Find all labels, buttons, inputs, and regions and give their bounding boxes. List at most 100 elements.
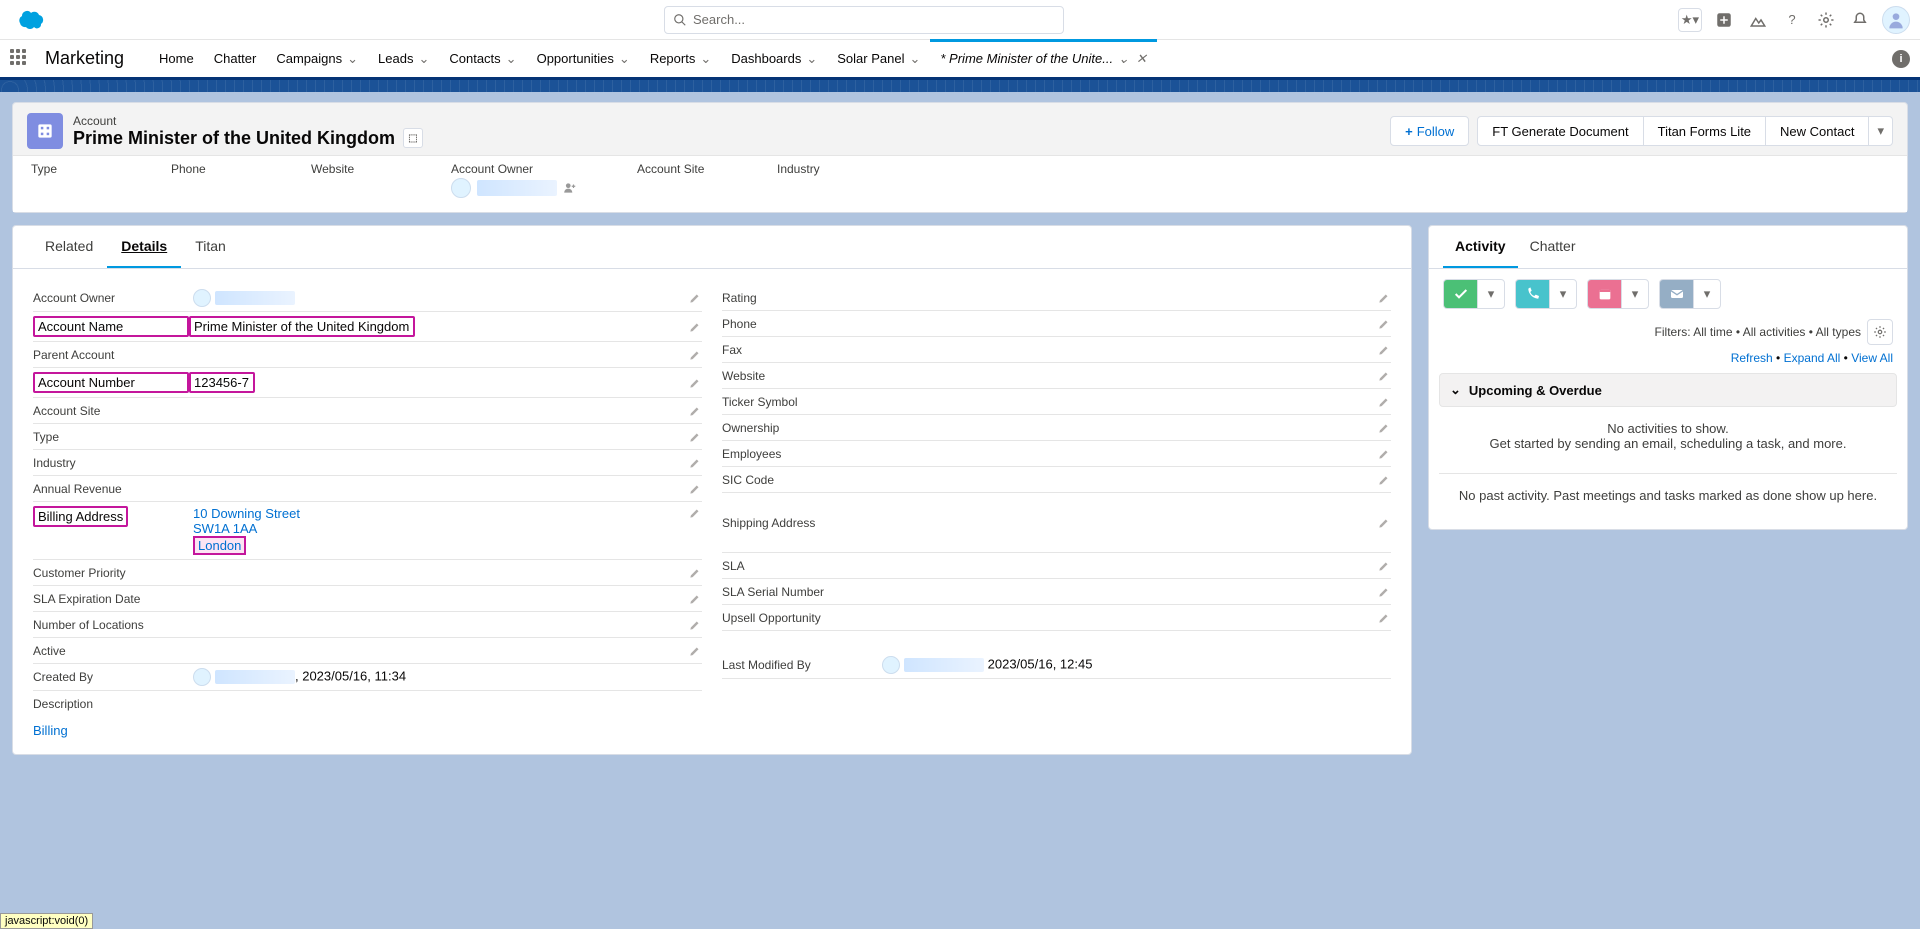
edit-pencil-icon[interactable] <box>1377 369 1391 383</box>
follow-button[interactable]: +Follow <box>1390 116 1469 146</box>
nav-contacts[interactable]: Contacts⌄ <box>439 40 526 77</box>
notifications-bell-icon[interactable] <box>1848 8 1872 32</box>
edit-pencil-icon[interactable] <box>688 644 702 658</box>
chevron-down-icon[interactable]: ⌄ <box>506 51 517 67</box>
chevron-down-icon[interactable]: ⌄ <box>909 51 920 67</box>
field-label-sla-serial: SLA Serial Number <box>722 585 882 599</box>
new-event-dropdown[interactable]: ▾ <box>1621 279 1649 309</box>
email-button[interactable] <box>1659 279 1693 309</box>
log-call-button[interactable] <box>1515 279 1549 309</box>
field-label-fax: Fax <box>722 343 882 357</box>
compact-layout: Type Phone Website Account Owner Account… <box>13 155 1907 212</box>
new-task-button[interactable] <box>1443 279 1477 309</box>
nav-campaigns[interactable]: Campaigns⌄ <box>266 40 368 77</box>
edit-pencil-icon[interactable] <box>1377 473 1391 487</box>
edit-pencil-icon[interactable] <box>1377 447 1391 461</box>
edit-pencil-icon[interactable] <box>688 291 702 305</box>
nav-chatter[interactable]: Chatter <box>204 40 267 77</box>
chevron-down-icon[interactable]: ⌄ <box>806 51 817 67</box>
edit-pencil-icon[interactable] <box>688 320 702 334</box>
compact-owner-label: Account Owner <box>451 162 577 176</box>
field-label-ownership: Ownership <box>722 421 882 435</box>
field-label-num-locations: Number of Locations <box>33 618 193 632</box>
edit-pencil-icon[interactable] <box>688 592 702 606</box>
new-task-dropdown[interactable]: ▾ <box>1477 279 1505 309</box>
record-header: Account Prime Minister of the United Kin… <box>12 102 1908 213</box>
field-label-account-number: Account Number <box>33 372 189 393</box>
edit-pencil-icon[interactable] <box>688 430 702 444</box>
nav-solar-panel[interactable]: Solar Panel⌄ <box>827 40 930 77</box>
nav-leads[interactable]: Leads⌄ <box>368 40 439 77</box>
address-city[interactable]: London <box>193 536 246 555</box>
change-owner-icon[interactable] <box>563 181 577 195</box>
field-value-account-name: Prime Minister of the United Kingdom <box>189 316 415 337</box>
global-search[interactable]: Search... <box>664 6 1064 34</box>
edit-pencil-icon[interactable] <box>688 376 702 390</box>
edit-pencil-icon[interactable] <box>1377 611 1391 625</box>
edit-pencil-icon[interactable] <box>688 348 702 362</box>
user-avatar[interactable] <box>1882 6 1910 34</box>
nav-active-tab[interactable]: * Prime Minister of the Unite...⌄✕ <box>930 40 1156 77</box>
nav-home[interactable]: Home <box>149 40 204 77</box>
address-line1[interactable]: 10 Downing Street <box>193 506 688 521</box>
close-tab-icon[interactable]: ✕ <box>1136 51 1147 67</box>
edit-pencil-icon[interactable] <box>1377 395 1391 409</box>
hierarchy-icon[interactable]: ⬚ <box>403 128 423 148</box>
edit-pencil-icon[interactable] <box>1377 343 1391 357</box>
field-label-sic: SIC Code <box>722 473 882 487</box>
upcoming-overdue-section[interactable]: ⌄Upcoming & Overdue <box>1439 373 1897 407</box>
nav-dashboards[interactable]: Dashboards⌄ <box>721 40 827 77</box>
chevron-down-icon[interactable]: ⌄ <box>619 51 630 67</box>
help-icon[interactable]: ? <box>1780 8 1804 32</box>
edit-pencil-icon[interactable] <box>1377 317 1391 331</box>
tab-chatter[interactable]: Chatter <box>1518 226 1588 268</box>
app-launcher-icon[interactable] <box>10 49 30 69</box>
chevron-down-icon[interactable]: ⌄ <box>1118 51 1129 67</box>
tab-related[interactable]: Related <box>31 226 107 268</box>
log-call-dropdown[interactable]: ▾ <box>1549 279 1577 309</box>
activity-settings-gear-icon[interactable] <box>1867 319 1893 345</box>
favorites-button[interactable]: ★▾ <box>1678 8 1702 32</box>
tab-activity[interactable]: Activity <box>1443 226 1518 268</box>
tab-details[interactable]: Details <box>107 226 181 268</box>
nav-reports[interactable]: Reports⌄ <box>640 40 721 77</box>
trailhead-icon[interactable] <box>1746 8 1770 32</box>
titan-forms-button[interactable]: Titan Forms Lite <box>1644 116 1766 146</box>
edit-pencil-icon[interactable] <box>688 566 702 580</box>
add-button[interactable] <box>1712 8 1736 32</box>
billing-link[interactable]: Billing <box>33 723 68 738</box>
modified-date: 2023/05/16, 12:45 <box>988 656 1093 671</box>
search-placeholder: Search... <box>693 12 745 27</box>
edit-pencil-icon[interactable] <box>688 506 702 520</box>
edit-pencil-icon[interactable] <box>688 404 702 418</box>
edit-pencil-icon[interactable] <box>688 456 702 470</box>
chevron-down-icon[interactable]: ⌄ <box>418 51 429 67</box>
field-label-last-modified: Last Modified By <box>722 658 882 672</box>
edit-pencil-icon[interactable] <box>1377 585 1391 599</box>
view-all-link[interactable]: View All <box>1851 351 1893 365</box>
nav-opportunities[interactable]: Opportunities⌄ <box>527 40 640 77</box>
field-label-active: Active <box>33 644 193 658</box>
chevron-down-icon[interactable]: ⌄ <box>347 51 358 67</box>
setup-gear-icon[interactable] <box>1814 8 1838 32</box>
email-dropdown[interactable]: ▾ <box>1693 279 1721 309</box>
more-actions-button[interactable]: ▾ <box>1869 116 1893 146</box>
field-label-created-by: Created By <box>33 670 193 684</box>
info-icon[interactable]: i <box>1892 50 1910 68</box>
details-right-column: Rating Phone Fax Website Ticker Symbol O… <box>722 285 1391 738</box>
compact-phone-label: Phone <box>171 162 251 176</box>
edit-pencil-icon[interactable] <box>1377 421 1391 435</box>
edit-pencil-icon[interactable] <box>688 618 702 632</box>
edit-pencil-icon[interactable] <box>688 482 702 496</box>
new-event-button[interactable] <box>1587 279 1621 309</box>
edit-pencil-icon[interactable] <box>1377 559 1391 573</box>
edit-pencil-icon[interactable] <box>1377 291 1391 305</box>
address-line2[interactable]: SW1A 1AA <box>193 521 688 536</box>
expand-all-link[interactable]: Expand All <box>1784 351 1841 365</box>
chevron-down-icon[interactable]: ⌄ <box>700 51 711 67</box>
refresh-link[interactable]: Refresh <box>1731 351 1773 365</box>
new-contact-button[interactable]: New Contact <box>1766 116 1869 146</box>
edit-pencil-icon[interactable] <box>1377 516 1391 530</box>
ft-generate-button[interactable]: FT Generate Document <box>1477 116 1643 146</box>
tab-titan[interactable]: Titan <box>181 226 240 268</box>
